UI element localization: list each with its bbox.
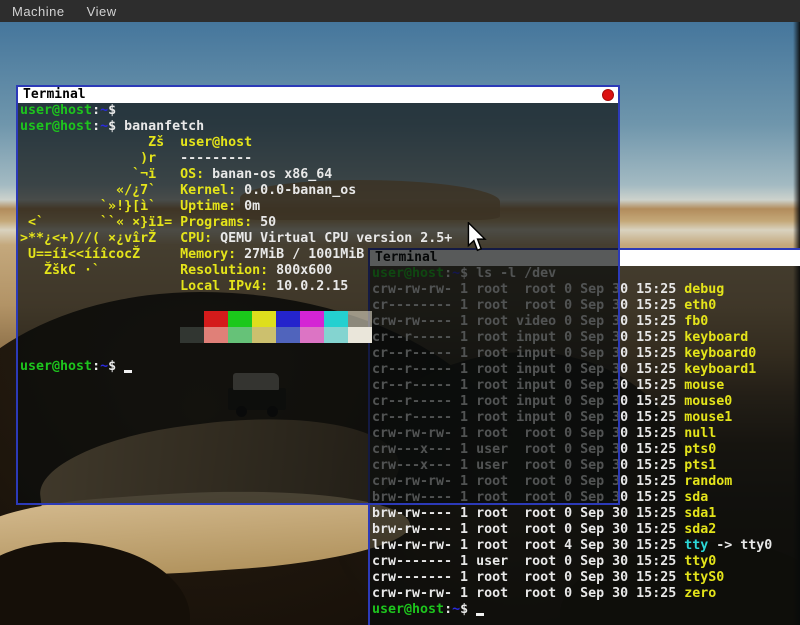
terminal-window-front: Terminal user@host:~$ user@host:~$ banan… <box>16 85 620 505</box>
color-palette-row <box>20 311 618 327</box>
palette-swatch <box>276 327 300 343</box>
screen: Machine View Terminal user@host:~$ ls -l… <box>0 0 800 625</box>
fetch-line: >**¿<+)∕∕( ×¿vîrŽ CPU: QEMU Virtual CPU … <box>20 231 618 247</box>
ls-row: brw-rw---- 1 root root 0 Sep 30 15:25 sd… <box>372 522 800 538</box>
ls-row: crw------- 1 root root 0 Sep 30 15:25 tt… <box>372 570 800 586</box>
blank-line <box>20 343 618 359</box>
palette-swatch <box>180 327 204 343</box>
palette-swatch <box>204 311 228 327</box>
fetch-line: U==íï<<ííîcocŽ Memory: 27MiB / 1001MiB <box>20 247 618 263</box>
fetch-line: `¬ï OS: banan-os x86_64 <box>20 167 618 183</box>
palette-swatch <box>252 311 276 327</box>
palette-swatch <box>180 311 204 327</box>
blank-line <box>20 295 618 311</box>
fetch-line: «∕¿7` Kernel: 0.0.0-banan_os <box>20 183 618 199</box>
palette-swatch <box>204 327 228 343</box>
palette-swatch <box>252 327 276 343</box>
fetch-line: Local IPv4: 10.0.2.15 <box>20 279 618 295</box>
palette-swatch <box>348 311 372 327</box>
palette-swatch <box>324 327 348 343</box>
fetch-line: `»!}[ì` Uptime: 0m <box>20 199 618 215</box>
palette-swatch <box>228 327 252 343</box>
close-icon[interactable] <box>602 89 614 101</box>
palette-swatch <box>228 311 252 327</box>
menu-machine[interactable]: Machine <box>12 4 65 19</box>
color-palette-row <box>20 327 618 343</box>
text-cursor <box>124 359 132 373</box>
fetch-line: )r --------- <box>20 151 618 167</box>
text-cursor <box>476 602 484 616</box>
mouse-cursor <box>467 222 487 252</box>
ls-row: crw------- 1 user root 0 Sep 30 15:25 tt… <box>372 554 800 570</box>
palette-swatch <box>300 327 324 343</box>
menu-view[interactable]: View <box>87 4 117 19</box>
prompt-line: user@host:~$ <box>20 359 618 375</box>
fetch-line: Zš user@host <box>20 135 618 151</box>
menu-bar: Machine View <box>0 0 800 22</box>
fetch-line: <` ``« ×}ï1= Programs: 50 <box>20 215 618 231</box>
terminal1-titlebar[interactable]: Terminal <box>18 87 618 103</box>
terminal1-output[interactable]: user@host:~$ user@host:~$ bananfetch Zš … <box>18 103 618 503</box>
ls-row: brw-rw---- 1 root root 0 Sep 30 15:25 sd… <box>372 506 800 522</box>
palette-swatch <box>348 327 372 343</box>
prompt-line: user@host:~$ <box>372 602 800 618</box>
prompt-line: user@host:~$ <box>20 103 618 119</box>
palette-swatch <box>300 311 324 327</box>
ls-row: crw-rw-rw- 1 root root 0 Sep 30 15:25 ze… <box>372 586 800 602</box>
palette-swatch <box>324 311 348 327</box>
terminal1-title: Terminal <box>23 87 86 102</box>
palette-swatch <box>276 311 300 327</box>
command-line: user@host:~$ bananfetch <box>20 119 618 135</box>
ls-row: lrw-rw-rw- 1 root root 4 Sep 30 15:25 tt… <box>372 538 800 554</box>
fetch-line: ŽškC ·` Resolution: 800x600 <box>20 263 618 279</box>
